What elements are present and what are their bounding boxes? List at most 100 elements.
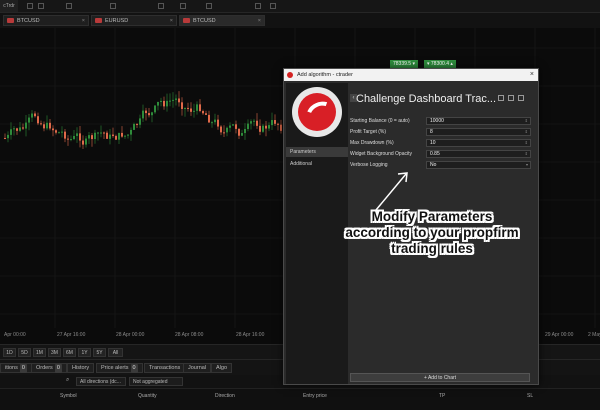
candle-body xyxy=(49,122,51,129)
column-header[interactable]: Symbol xyxy=(60,393,77,399)
tab-algo[interactable]: Algo xyxy=(211,363,233,373)
app-menu-button[interactable]: cTrdr xyxy=(0,0,18,12)
timeframe-1m[interactable]: 1M xyxy=(33,348,46,357)
candle-body xyxy=(103,132,105,134)
layout-icon[interactable] xyxy=(27,3,33,9)
sidebar-item-additional[interactable]: Additional xyxy=(286,159,348,169)
tab-label: Price alerts xyxy=(101,365,129,371)
candle-body xyxy=(115,135,117,140)
param-label: Widget Background Opacity xyxy=(350,151,412,157)
column-header[interactable]: Direction xyxy=(215,393,235,399)
param-label: Profit Target (%) xyxy=(350,129,387,135)
aggregation-filter[interactable]: Not aggregated xyxy=(129,377,183,386)
text-icon[interactable] xyxy=(206,3,212,9)
flag-icon xyxy=(183,18,190,23)
close-icon[interactable]: × xyxy=(258,16,261,26)
timeframe-all[interactable]: All xyxy=(108,348,123,357)
count-badge: 0 xyxy=(19,364,27,373)
menu-icon[interactable] xyxy=(518,95,524,101)
candle-body xyxy=(61,131,63,133)
chevron-down-icon[interactable]: ▾ xyxy=(526,162,528,168)
tab-history[interactable]: History xyxy=(67,363,95,373)
column-header[interactable]: TP xyxy=(439,393,445,399)
candle-body xyxy=(268,125,270,129)
time-axis-label: 2 May xyxy=(588,332,600,338)
stepper-icon[interactable]: ⇕ xyxy=(525,151,528,157)
direction-filter[interactable]: All directions (dc... xyxy=(76,377,126,386)
top-toolbar: cTrdr xyxy=(0,0,600,13)
candle-body xyxy=(67,138,69,140)
candle-body xyxy=(106,132,108,139)
candle-body xyxy=(139,118,141,125)
sidebar-item-parameters[interactable]: Parameters xyxy=(286,147,348,157)
candle-body xyxy=(169,100,171,102)
stepper-icon[interactable]: ⇕ xyxy=(525,118,528,124)
crosshair-icon[interactable] xyxy=(180,3,186,9)
widget-opacity-input[interactable]: 0.85 ⇕ xyxy=(426,150,531,158)
timeframe-3m[interactable]: 3M xyxy=(48,348,61,357)
timeframe-6m[interactable]: 6M xyxy=(63,348,76,357)
dialog-title: Add algorithm - ctrader xyxy=(297,72,353,78)
verbose-logging-select[interactable]: No ▾ xyxy=(426,161,531,169)
candle-body xyxy=(37,116,39,124)
timeframe-1d[interactable]: 1D xyxy=(3,348,16,357)
tab-transactions[interactable]: Transactions xyxy=(144,363,186,373)
candle-body xyxy=(271,120,273,126)
close-icon[interactable]: × xyxy=(82,16,85,26)
timeframe-5d[interactable]: 5D xyxy=(18,348,31,357)
candle-body xyxy=(175,98,177,100)
ctrader-logo-icon xyxy=(287,72,293,78)
annotation-callout: Modify Parameters according to your prop… xyxy=(328,209,536,257)
tab-price-alerts[interactable]: Price alerts 0 xyxy=(96,363,143,373)
column-header[interactable]: SL xyxy=(527,393,533,399)
candle-body xyxy=(85,138,87,145)
tab-label: BTCUSD xyxy=(17,18,40,24)
candle-body xyxy=(166,100,168,107)
tab-btcusd-2[interactable]: BTCUSD × xyxy=(179,15,265,26)
add-to-chart-button[interactable]: + Add to Chart xyxy=(350,373,530,382)
candle-body xyxy=(46,122,48,129)
tab-eurusd[interactable]: EURUSD × xyxy=(91,15,177,26)
tab-orders[interactable]: Orders 0 xyxy=(31,363,67,373)
candle-body xyxy=(82,140,84,145)
input-value: 10000 xyxy=(430,118,444,124)
grid-icon[interactable] xyxy=(66,3,72,9)
close-icon[interactable]: × xyxy=(530,69,534,81)
zoom-icon[interactable] xyxy=(110,3,116,9)
tab-label: EURUSD xyxy=(105,18,129,24)
candle-body xyxy=(109,134,111,139)
save-icon[interactable] xyxy=(508,95,514,101)
candle-body xyxy=(205,113,207,115)
column-header[interactable]: Entry price xyxy=(303,393,327,399)
settings-icon[interactable] xyxy=(255,3,261,9)
tab-btcusd-1[interactable]: BTCUSD × xyxy=(3,15,89,26)
time-axis-label: Apr 00:00 xyxy=(4,332,26,338)
candle-body xyxy=(64,131,66,139)
starting-balance-input[interactable]: 10000 ⇕ xyxy=(426,117,531,125)
search-icon[interactable]: ⌕ xyxy=(66,377,69,384)
annotation-line: according to your propfirm xyxy=(345,225,519,240)
tab-journal[interactable]: Journal xyxy=(183,363,212,373)
time-axis-label: 29 Apr 00:00 xyxy=(545,332,574,338)
candle-body xyxy=(211,122,213,124)
filter-icon[interactable] xyxy=(498,95,504,101)
candle-body xyxy=(28,117,30,123)
profit-target-input[interactable]: 8 ⇕ xyxy=(426,128,531,136)
input-value: 0.85 xyxy=(430,151,440,157)
column-header[interactable]: Quantity xyxy=(138,393,157,399)
draw-icon[interactable] xyxy=(158,3,164,9)
algorithm-logo-icon xyxy=(292,87,342,137)
timeframe-1y[interactable]: 1Y xyxy=(78,348,91,357)
max-drawdown-input[interactable]: 10 ⇕ xyxy=(426,139,531,147)
candle-body xyxy=(232,124,234,126)
pointer-icon[interactable] xyxy=(38,3,44,9)
chart-type-icon[interactable] xyxy=(270,3,276,9)
stepper-icon[interactable]: ⇕ xyxy=(525,140,528,146)
candle-body xyxy=(148,113,150,116)
chart-tab-bar: BTCUSD × EURUSD × BTCUSD × xyxy=(0,13,600,29)
candle-body xyxy=(55,130,57,133)
stepper-icon[interactable]: ⇕ xyxy=(525,129,528,135)
close-icon[interactable]: × xyxy=(170,16,173,26)
timeframe-5y[interactable]: 5Y xyxy=(93,348,106,357)
tab-positions[interactable]: itions 0 xyxy=(0,363,32,373)
